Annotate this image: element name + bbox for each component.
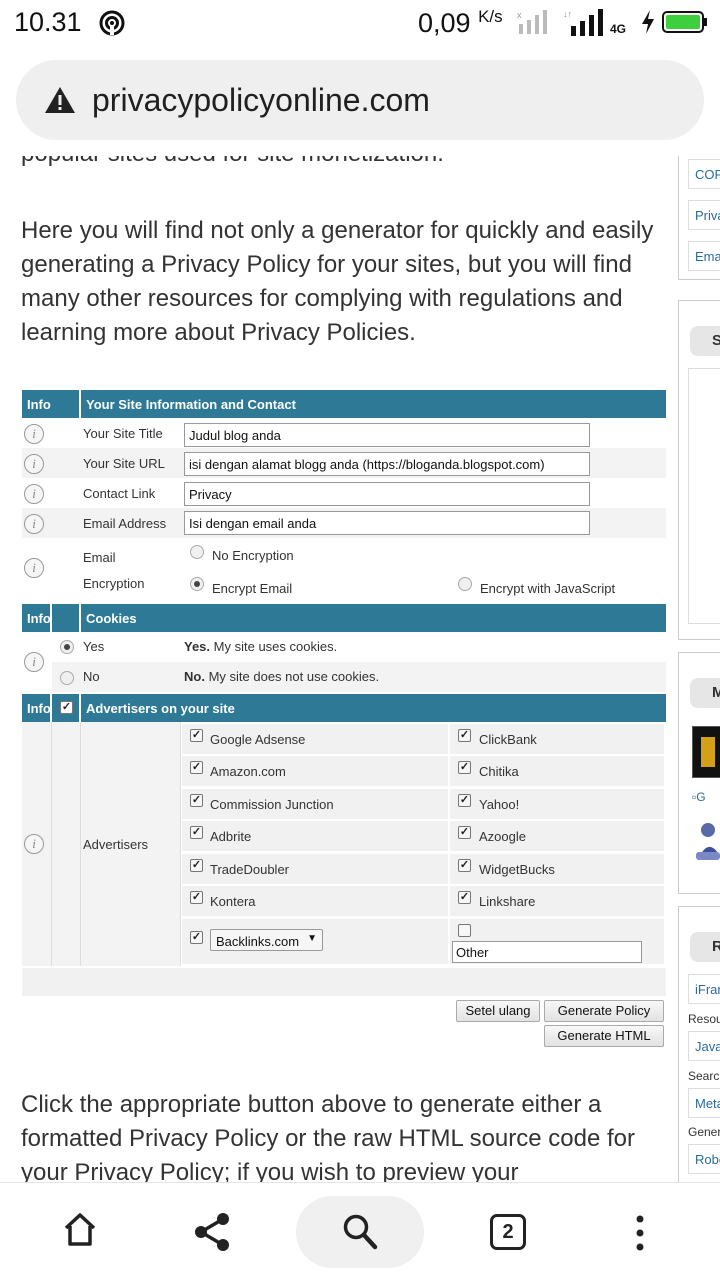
- warning-icon[interactable]: [44, 86, 76, 114]
- sidebar-broken-image[interactable]: ▫G: [692, 790, 706, 804]
- advertiser-widgetbucks[interactable]: ✓ WidgetBucks: [450, 854, 664, 884]
- advertiser-azoogle[interactable]: ✓ Azoogle: [450, 821, 664, 851]
- encryption-row: i Email Encryption No Encryption Encrypt…: [22, 538, 666, 600]
- advertiser-clickbank[interactable]: ✓ ClickBank: [450, 724, 664, 754]
- advertiser-commission-junction[interactable]: ✓ Commission Junction: [182, 789, 448, 819]
- site-info-header: Info Your Site Information and Contact: [22, 390, 666, 418]
- search-icon: [343, 1214, 378, 1250]
- sidebar-heading-r: R: [690, 932, 720, 962]
- other-advertiser-input[interactable]: Other: [452, 941, 642, 963]
- info-icon[interactable]: i: [24, 424, 44, 444]
- cookies-yes-radio[interactable]: [60, 640, 74, 654]
- cookies-no-row: No No. My site does not use cookies.: [52, 662, 666, 692]
- sidebar-link-java[interactable]: Java: [688, 1031, 720, 1061]
- cookies-no-desc: No. My site does not use cookies.: [184, 669, 380, 684]
- select-all-advertisers-checkbox[interactable]: ✓: [60, 701, 73, 714]
- adv-check-column: [52, 722, 81, 966]
- advertiser-chitika[interactable]: ✓ Chitika: [450, 756, 664, 786]
- sidebar-link-iframe[interactable]: iFran: [688, 974, 720, 1004]
- cookies-header: Info Cookies: [22, 604, 666, 632]
- backlinks-select[interactable]: Backlinks.com ▼: [210, 929, 323, 951]
- info-icon[interactable]: i: [24, 484, 44, 504]
- svg-text:x: x: [517, 10, 522, 20]
- sidebar-heading-m: M: [690, 678, 720, 708]
- sidebar-label-resources: Resou: [688, 1012, 720, 1026]
- form-footer-row: [22, 968, 666, 996]
- home-icon[interactable]: [62, 1211, 98, 1247]
- contact-link-row: i Contact Link Privacy: [22, 478, 666, 508]
- site-url-input[interactable]: isi dengan alamat blogg anda (https://bl…: [184, 452, 590, 476]
- dropdown-arrow-icon: ▼: [307, 933, 317, 944]
- status-bar: 10.31 0,09 K/s x ↓↑ 4G: [0, 0, 720, 46]
- site-url-row: i Your Site URL isi dengan alamat blogg …: [22, 448, 666, 478]
- info-icon[interactable]: i: [24, 454, 44, 474]
- cookies-yes-desc: Yes. My site uses cookies.: [184, 639, 338, 654]
- cookies-yes-row: i Yes Yes. My site uses cookies.: [22, 632, 666, 672]
- sidebar-link-coppa[interactable]: COP: [688, 159, 720, 189]
- backlinks-checkbox[interactable]: ✓: [190, 931, 203, 944]
- sidebar-image[interactable]: [692, 816, 720, 866]
- signal-strong-icon: ↓↑: [563, 9, 603, 36]
- advertisers-grid: i Advertisers ✓ Google Adsense ✓ Amazon.co…: [22, 722, 666, 966]
- network-type: 4G: [610, 22, 627, 36]
- advertiser-adbrite[interactable]: ✓ Adbrite: [182, 821, 448, 851]
- site-title-input[interactable]: Judul blog anda: [184, 423, 590, 447]
- advertiser-amazon[interactable]: ✓ Amazon.com: [182, 756, 448, 786]
- generate-html-button[interactable]: Generate HTML: [544, 1025, 664, 1047]
- sidebar-link-robots[interactable]: Robo: [688, 1144, 720, 1174]
- charging-icon: [642, 10, 654, 34]
- advertiser-google-adsense[interactable]: ✓ Google Adsense: [182, 724, 448, 754]
- network-speed: 0,09 K/s: [418, 7, 503, 38]
- advertiser-yahoo[interactable]: ✓ Yahoo!: [450, 789, 664, 819]
- search-button[interactable]: [296, 1196, 424, 1268]
- sidebar-link-email[interactable]: Ema: [688, 241, 720, 271]
- advertisers-header: Info ✓ Advertisers on your site: [22, 694, 666, 722]
- cookies-no-radio[interactable]: [60, 671, 74, 685]
- sidebar-link-privacy[interactable]: Priva: [688, 200, 720, 230]
- sidebar-thumbnail[interactable]: [692, 726, 720, 778]
- intro-paragraph: Here you will find not only a generator …: [21, 217, 654, 346]
- outro-paragraph: Click the appropriate button above to ge…: [21, 1091, 635, 1182]
- sidebar-label-general: Gener: [688, 1125, 720, 1139]
- email-input[interactable]: Isi dengan email anda: [184, 511, 590, 535]
- other-checkbox[interactable]: [458, 924, 471, 937]
- truncated-paragraph: popular sites used for site monetization…: [21, 156, 444, 168]
- signal-weak-icon: x: [517, 10, 547, 34]
- contact-link-input[interactable]: Privacy: [184, 482, 590, 506]
- address-bar[interactable]: privacypolicyonline.com: [16, 60, 704, 140]
- browser-bottom-bar: 2: [0, 1182, 720, 1280]
- info-icon[interactable]: i: [24, 558, 44, 578]
- no-encryption-radio[interactable]: [190, 545, 204, 559]
- encrypt-javascript-radio[interactable]: [458, 577, 472, 591]
- site-title-row: i Your Site Title Judul blog anda: [22, 418, 666, 448]
- reset-button[interactable]: Setel ulang: [456, 1000, 540, 1022]
- advertiser-tradedoubler[interactable]: ✓ TradeDoubler: [182, 854, 448, 884]
- info-icon[interactable]: i: [24, 514, 44, 534]
- svg-text:↓↑: ↓↑: [563, 9, 572, 19]
- advertiser-linkshare[interactable]: ✓ Linkshare: [450, 886, 664, 916]
- email-row: i Email Address Isi dengan email anda: [22, 508, 666, 538]
- tabs-counter-button[interactable]: 2: [490, 1214, 526, 1250]
- sidebar-link-meta[interactable]: Meta: [688, 1088, 720, 1118]
- url-text[interactable]: privacypolicyonline.com: [92, 82, 430, 119]
- sidebar-label-search: Searc: [688, 1069, 720, 1083]
- info-icon[interactable]: i: [24, 652, 44, 672]
- sidebar-heading-s: S: [690, 326, 720, 356]
- generate-policy-button[interactable]: Generate Policy: [544, 1000, 664, 1022]
- info-icon[interactable]: i: [24, 834, 44, 854]
- share-icon[interactable]: [193, 1212, 231, 1252]
- hotspot-icon: [99, 10, 125, 36]
- advertiser-backlinks: ✓ Backlinks.com ▼: [182, 919, 448, 964]
- web-content: popular sites used for site monetization…: [0, 156, 720, 1182]
- encrypt-email-radio[interactable]: [190, 577, 204, 591]
- sidebar-frame: [688, 368, 720, 624]
- more-options-icon[interactable]: [632, 1215, 648, 1251]
- advertiser-kontera[interactable]: ✓ Kontera: [182, 886, 448, 916]
- status-time: 10.31: [14, 7, 82, 37]
- battery-icon: [662, 11, 707, 33]
- advertiser-other: Other: [450, 919, 664, 964]
